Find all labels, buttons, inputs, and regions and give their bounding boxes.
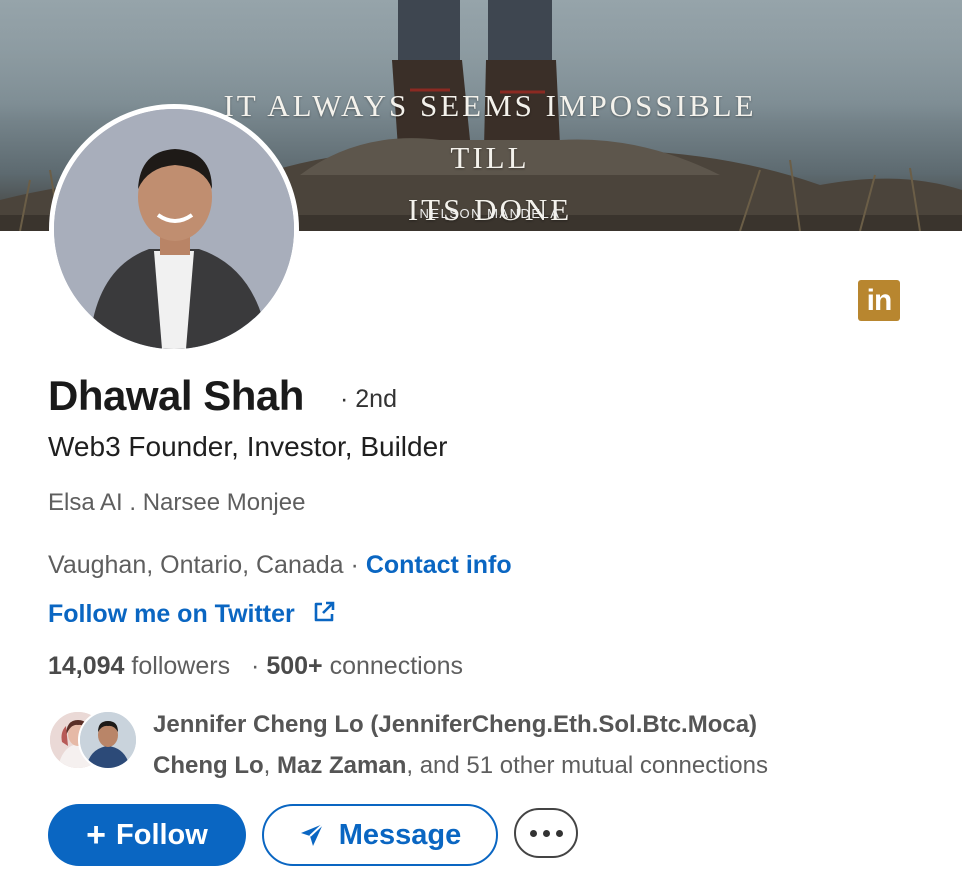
mutual-others: , and 51 other mutual connections xyxy=(406,752,768,779)
profile-avatar[interactable] xyxy=(49,104,299,354)
message-button-label: Message xyxy=(338,818,462,851)
profile-companies[interactable]: Elsa AI . Narsee Monjee xyxy=(48,489,305,517)
mutual-avatars[interactable] xyxy=(48,710,140,770)
followers-label: followers xyxy=(131,652,231,680)
connections-link[interactable]: 500+ connections xyxy=(266,652,463,680)
more-horizontal-icon xyxy=(529,829,563,837)
twitter-link-row[interactable]: Follow me on Twitter xyxy=(48,600,336,631)
connection-degree: · 2nd xyxy=(340,385,397,413)
twitter-link[interactable]: Follow me on Twitter xyxy=(48,600,295,628)
connections-label: connections xyxy=(329,652,464,680)
banner-quote-author: NELSON MANDELA xyxy=(419,206,561,221)
mutual-connections[interactable]: Jennifer Cheng Lo (JenniferCheng.Eth.Sol… xyxy=(153,704,768,786)
more-actions-button[interactable] xyxy=(514,808,578,858)
contact-info-link[interactable]: Contact info xyxy=(366,551,512,579)
send-icon xyxy=(299,822,325,848)
mutual-name-3: Maz Zaman xyxy=(277,752,407,779)
connections-count: 500+ xyxy=(266,652,323,680)
plus-icon: + xyxy=(86,816,107,854)
profile-photo xyxy=(54,109,294,349)
mutual-name-2: Cheng Lo xyxy=(153,752,264,779)
profile-headline: Web3 Founder, Investor, Builder xyxy=(48,431,448,462)
external-link-icon xyxy=(312,600,336,631)
location-row: Vaughan, Ontario, Canada · Contact info xyxy=(48,551,512,580)
followers-count: 14,094 xyxy=(48,652,125,680)
profile-name: Dhawal Shah xyxy=(48,372,304,419)
linkedin-badge-icon[interactable]: in xyxy=(858,280,900,321)
profile-location: Vaughan, Ontario, Canada · xyxy=(48,551,359,579)
mutual-avatar-2 xyxy=(78,710,138,770)
follow-button[interactable]: + Follow xyxy=(48,804,246,866)
stats-separator: · xyxy=(251,652,260,680)
mutual-separator: , xyxy=(263,752,271,779)
mutual-name-1: Jennifer Cheng Lo (JenniferCheng.Eth.Sol… xyxy=(153,711,758,738)
follow-button-label: Follow xyxy=(116,818,208,851)
message-button[interactable]: Message xyxy=(262,804,498,866)
network-stats: 14,094 followers · 500+ connections xyxy=(48,652,463,681)
